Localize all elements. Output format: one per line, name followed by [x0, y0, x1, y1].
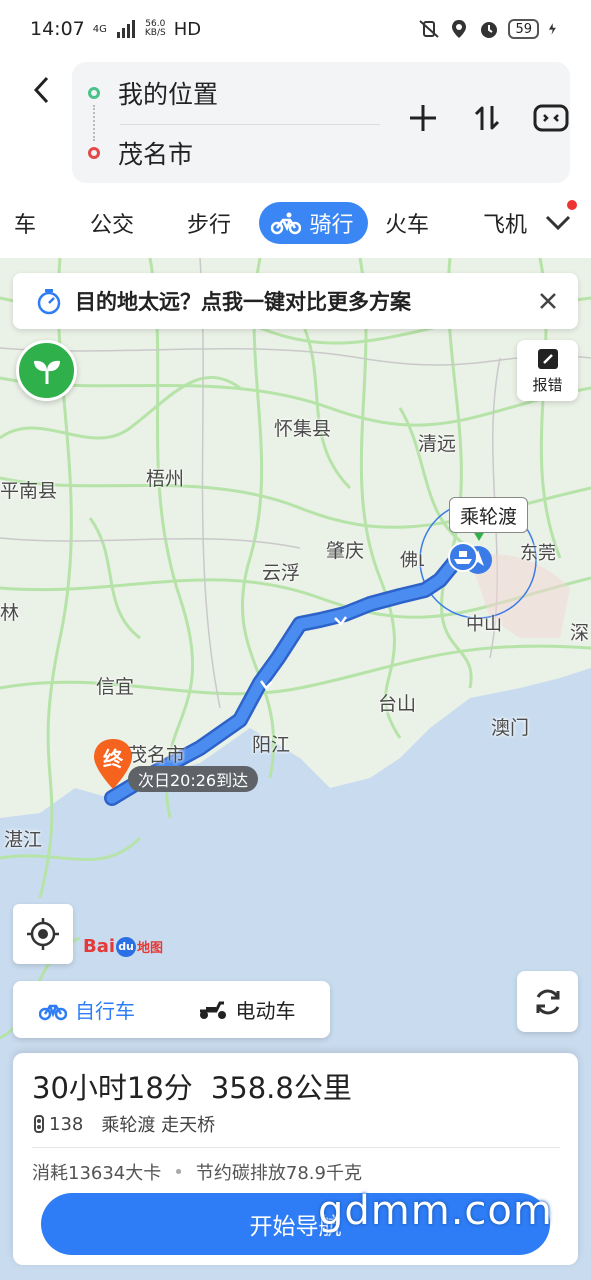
place-zhongshan: 中山 — [466, 614, 502, 635]
mute-vibrate-icon — [419, 20, 440, 38]
place-zhanjiang: 湛江 — [4, 829, 43, 851]
edit-icon — [537, 348, 558, 369]
place-taishan: 台山 — [378, 693, 417, 715]
chevron-left-icon — [33, 76, 49, 104]
destination-dot-icon — [88, 147, 100, 159]
arrival-time-callout: 次日20:26到达 — [128, 766, 259, 792]
place-lin: 林 — [0, 602, 20, 624]
route-summary: 30小时18分 358.8公里 — [32, 1065, 352, 1107]
bullet-separator: • — [173, 1161, 184, 1183]
origin-text: 我的位置 — [118, 80, 219, 109]
place-xinyi: 信宜 — [96, 676, 135, 698]
hd-badge: HD — [173, 18, 202, 40]
place-maoming: 茂名市 — [128, 744, 186, 766]
baidu-map-logo: Bai du 地图 — [83, 936, 164, 957]
place-wuzhou: 梧州 — [146, 468, 185, 490]
ebike-option[interactable]: 电动车 — [172, 995, 331, 1024]
location-icon — [452, 20, 467, 38]
place-foshan: 佛山 — [400, 550, 424, 571]
chevron-down-icon — [545, 215, 571, 231]
plus-icon — [410, 105, 436, 131]
tab-bus[interactable]: 公交 — [90, 202, 134, 244]
route-features: 乘轮渡 走天桥 — [101, 1115, 216, 1136]
close-icon[interactable] — [536, 289, 560, 313]
tab-car[interactable]: 车 — [14, 202, 36, 244]
place-huaiji: 怀集县 — [274, 418, 332, 440]
sheet-divider — [32, 1147, 560, 1148]
route-details: 138 乘轮渡 走天桥 — [32, 1111, 215, 1137]
swap-icon — [474, 106, 500, 130]
traffic-light-icon — [34, 1115, 44, 1133]
status-bar: 14:07 4G 56.0 KB/S HD 59 — [0, 0, 591, 58]
charging-icon — [548, 23, 556, 35]
tab-walk[interactable]: 步行 — [187, 202, 231, 244]
tab-plane[interactable]: 飞机 — [483, 202, 527, 244]
signal-icon — [116, 20, 135, 38]
place-yangjiang: 阳江 — [252, 734, 291, 756]
status-time: 14:07 — [30, 18, 85, 40]
bike-option[interactable]: 自行车 — [13, 995, 172, 1024]
route-stats: 消耗13634大卡 • 节约碳排放78.9千克 — [32, 1159, 362, 1185]
alarm-icon — [481, 22, 498, 38]
place-dongguan: 东莞 — [520, 543, 556, 564]
watermark: gdmm.com — [318, 1188, 553, 1234]
traffic-lights: 138 — [32, 1114, 83, 1135]
electric-scooter-icon — [199, 1001, 226, 1019]
transport-mode-tabs: 车 公交 步行 骑行 火车 飞机 — [0, 196, 591, 248]
report-label: 报错 — [532, 375, 563, 394]
locate-me-button[interactable] — [13, 904, 73, 964]
place-macau: 澳门 — [491, 717, 530, 739]
tab-train[interactable]: 火车 — [385, 202, 429, 244]
network-type: 4G — [92, 23, 107, 35]
place-pingnan: 平南县 — [0, 480, 58, 502]
sprout-icon — [33, 360, 60, 384]
place-qingyuan: 清远 — [418, 433, 457, 455]
crosshair-icon — [27, 918, 59, 950]
add-waypoint-button[interactable] — [405, 100, 441, 136]
swap-route-button[interactable] — [469, 100, 505, 136]
destination-text: 茂名市 — [118, 140, 194, 169]
compare-plans-banner[interactable]: 目的地太远？点我一键对比更多方案 — [13, 273, 578, 329]
eco-button[interactable] — [16, 340, 77, 401]
origin-dot-icon — [88, 87, 100, 99]
report-error-button[interactable]: 报错 — [517, 340, 578, 401]
back-button[interactable] — [26, 72, 56, 108]
refresh-icon — [536, 989, 559, 1014]
route-actions — [405, 100, 569, 136]
place-zhaoqing: 肇庆 — [326, 540, 365, 562]
place-yunfu: 云浮 — [262, 562, 301, 584]
destination-pin-label: 终 — [103, 747, 123, 771]
route-divider — [120, 124, 380, 125]
carbon-saving: 节约碳排放78.9千克 — [195, 1163, 362, 1184]
tab-ride[interactable]: 骑行 — [259, 202, 368, 244]
calories: 消耗13634大卡 — [32, 1163, 162, 1184]
bicycle-icon — [39, 1004, 67, 1020]
route-distance: 358.8公里 — [210, 1071, 352, 1105]
options-icon — [533, 104, 569, 132]
place-shenzhen: 深 — [570, 622, 590, 644]
vehicle-type-toggle: 自行车 电动车 — [13, 981, 330, 1038]
banner-text: 目的地太远？点我一键对比更多方案 — [75, 290, 411, 314]
stopwatch-icon — [37, 289, 61, 315]
destination-field[interactable]: 茂名市 — [88, 135, 193, 171]
origin-field[interactable]: 我的位置 — [88, 75, 218, 111]
notification-dot — [567, 200, 577, 210]
battery-indicator: 59 — [508, 19, 539, 39]
bicycle-icon — [271, 212, 302, 235]
more-options-button[interactable] — [533, 100, 569, 136]
net-speed: 56.0 KB/S — [144, 19, 166, 38]
ferry-callout: 乘轮渡 — [449, 497, 529, 533]
refresh-route-button[interactable] — [517, 971, 578, 1032]
route-duration: 30小时18分 — [32, 1071, 193, 1105]
